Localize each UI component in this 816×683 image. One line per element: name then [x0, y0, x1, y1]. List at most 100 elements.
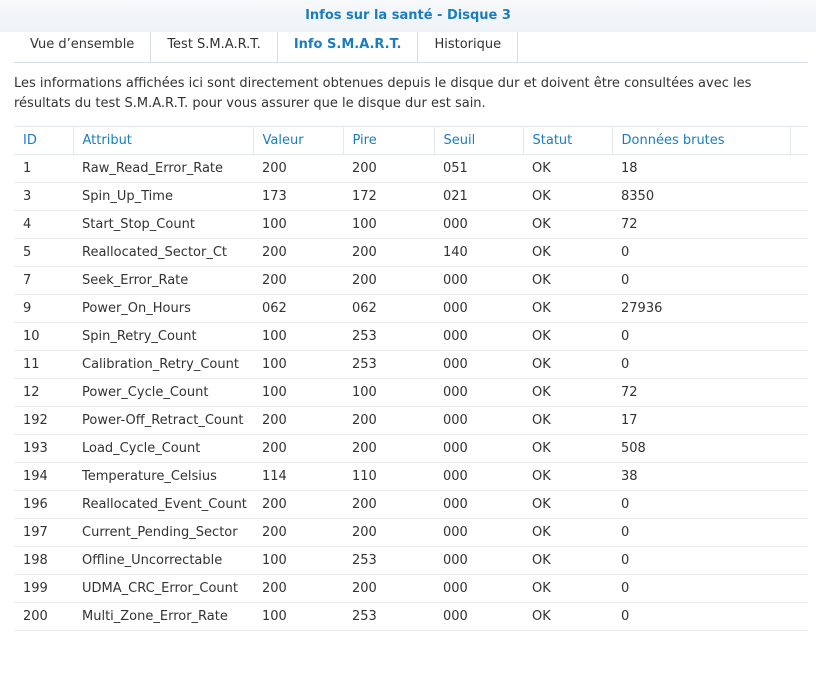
- column-header-worst[interactable]: Pire: [343, 126, 435, 155]
- cell-status: OK: [523, 210, 612, 239]
- table-row[interactable]: 193 Load_Cycle_Count 200 200 000 OK 508: [14, 434, 808, 463]
- table-row[interactable]: 3 Spin_Up_Time 173 172 021 OK 8350: [14, 182, 808, 211]
- cell-id: 192: [14, 406, 73, 435]
- tab-history[interactable]: Historique: [418, 32, 519, 62]
- table-row[interactable]: 5 Reallocated_Sector_Ct 200 200 140 OK 0: [14, 238, 808, 267]
- cell-value: 114: [253, 462, 343, 491]
- cell-value: 200: [253, 518, 343, 547]
- cell-threshold: 000: [434, 322, 523, 351]
- column-header-id[interactable]: ID: [14, 126, 74, 155]
- cell-id: 1: [14, 154, 73, 183]
- cell-worst: 200: [343, 518, 434, 547]
- cell-value: 200: [253, 406, 343, 435]
- table-row[interactable]: 199 UDMA_CRC_Error_Count 200 200 000 OK 0: [14, 574, 808, 603]
- cell-value: 062: [253, 294, 343, 323]
- cell-raw-data: 0: [612, 490, 790, 519]
- cell-attribute: Reallocated_Event_Count: [73, 490, 253, 519]
- table-row[interactable]: 1 Raw_Read_Error_Rate 200 200 051 OK 18: [14, 154, 808, 183]
- cell-worst: 200: [343, 434, 434, 463]
- table-row[interactable]: 11 Calibration_Retry_Count 100 253 000 OK 0: [14, 350, 808, 379]
- column-header-attribute[interactable]: Attribut: [73, 126, 254, 155]
- cell-threshold: 000: [434, 294, 523, 323]
- cell-worst: 110: [343, 462, 434, 491]
- cell-status: OK: [523, 406, 612, 435]
- cell-threshold: 000: [434, 350, 523, 379]
- cell-spacer: [790, 462, 808, 491]
- tab-smart-info[interactable]: Info S.M.A.R.T.: [277, 32, 419, 62]
- cell-raw-data: 38: [612, 462, 790, 491]
- cell-id: 200: [14, 602, 73, 631]
- cell-id: 11: [14, 350, 73, 379]
- tab-smart-test[interactable]: Test S.M.A.R.T.: [151, 32, 278, 62]
- cell-worst: 253: [343, 602, 434, 631]
- cell-spacer: [790, 434, 808, 463]
- table-row[interactable]: 197 Current_Pending_Sector 200 200 000 OK 0: [14, 518, 808, 547]
- cell-raw-data: 17: [612, 406, 790, 435]
- cell-status: OK: [523, 434, 612, 463]
- cell-threshold: 000: [434, 462, 523, 491]
- cell-raw-data: 8350: [612, 182, 790, 211]
- cell-worst: 200: [343, 266, 434, 295]
- cell-threshold: 000: [434, 546, 523, 575]
- cell-status: OK: [523, 602, 612, 631]
- table-row[interactable]: 12 Power_Cycle_Count 100 100 000 OK 72: [14, 378, 808, 407]
- cell-value: 100: [253, 602, 343, 631]
- table-row[interactable]: 9 Power_On_Hours 062 062 000 OK 27936: [14, 294, 808, 323]
- cell-spacer: [790, 294, 808, 323]
- cell-id: 197: [14, 518, 73, 547]
- column-header-raw-data[interactable]: Données brutes: [612, 126, 791, 155]
- cell-attribute: Start_Stop_Count: [73, 210, 253, 239]
- table-body: 1 Raw_Read_Error_Rate 200 200 051 OK 18 3 Spin_U…: [14, 154, 808, 631]
- cell-status: OK: [523, 322, 612, 351]
- cell-attribute: Power_On_Hours: [73, 294, 253, 323]
- cell-id: 12: [14, 378, 73, 407]
- window-title: Infos sur la santé - Disque 3: [305, 8, 511, 23]
- window-header: Infos sur la santé - Disque 3: [0, 0, 816, 32]
- table-row[interactable]: 200 Multi_Zone_Error_Rate 100 253 000 OK 0: [14, 602, 808, 631]
- cell-spacer: [790, 546, 808, 575]
- column-header-value[interactable]: Valeur: [253, 126, 344, 155]
- table-row[interactable]: 194 Temperature_Celsius 114 110 000 OK 38: [14, 462, 808, 491]
- table-row[interactable]: 198 Offline_Uncorrectable 100 253 000 OK 0: [14, 546, 808, 575]
- cell-attribute: Spin_Retry_Count: [73, 322, 253, 351]
- column-header-threshold[interactable]: Seuil: [434, 126, 524, 155]
- cell-raw-data: 27936: [612, 294, 790, 323]
- cell-value: 100: [253, 546, 343, 575]
- cell-status: OK: [523, 574, 612, 603]
- cell-spacer: [790, 350, 808, 379]
- cell-worst: 200: [343, 490, 434, 519]
- cell-id: 199: [14, 574, 73, 603]
- table-row[interactable]: 10 Spin_Retry_Count 100 253 000 OK 0: [14, 322, 808, 351]
- cell-attribute: Spin_Up_Time: [73, 182, 253, 211]
- cell-spacer: [790, 378, 808, 407]
- column-header-status[interactable]: Statut: [523, 126, 613, 155]
- tab-overview[interactable]: Vue d’ensemble: [14, 32, 152, 62]
- tab-bar: Vue d’ensemble Test S.M.A.R.T. Info S.M.…: [14, 32, 808, 63]
- cell-threshold: 000: [434, 210, 523, 239]
- table-row[interactable]: 7 Seek_Error_Rate 200 200 000 OK 0: [14, 266, 808, 295]
- table-row[interactable]: 4 Start_Stop_Count 100 100 000 OK 72: [14, 210, 808, 239]
- cell-raw-data: 0: [612, 322, 790, 351]
- cell-spacer: [790, 490, 808, 519]
- cell-spacer: [790, 154, 808, 183]
- cell-id: 9: [14, 294, 73, 323]
- cell-value: 100: [253, 350, 343, 379]
- cell-value: 200: [253, 238, 343, 267]
- table-row[interactable]: 196 Reallocated_Event_Count 200 200 000 OK 0: [14, 490, 808, 519]
- cell-attribute: Calibration_Retry_Count: [73, 350, 253, 379]
- cell-status: OK: [523, 294, 612, 323]
- cell-threshold: 000: [434, 434, 523, 463]
- cell-attribute: Power_Cycle_Count: [73, 378, 253, 407]
- cell-raw-data: 0: [612, 546, 790, 575]
- cell-worst: 100: [343, 378, 434, 407]
- cell-id: 196: [14, 490, 73, 519]
- table-row[interactable]: 192 Power-Off_Retract_Count 200 200 000 OK 17: [14, 406, 808, 435]
- cell-value: 100: [253, 378, 343, 407]
- cell-status: OK: [523, 378, 612, 407]
- cell-value: 173: [253, 182, 343, 211]
- cell-spacer: [790, 182, 808, 211]
- cell-threshold: 000: [434, 406, 523, 435]
- cell-value: 100: [253, 210, 343, 239]
- cell-id: 198: [14, 546, 73, 575]
- cell-raw-data: 72: [612, 378, 790, 407]
